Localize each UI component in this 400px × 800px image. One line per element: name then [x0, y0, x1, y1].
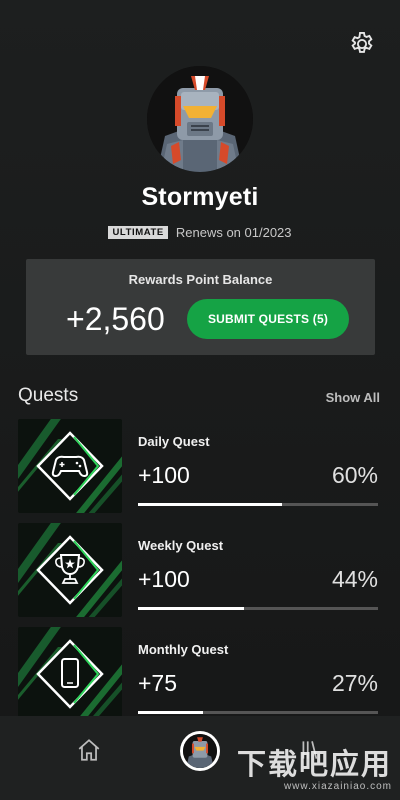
- robot-avatar-icon: [183, 734, 217, 768]
- quest-progress-bar: [138, 503, 378, 506]
- quest-percent: 27%: [331, 670, 378, 696]
- ultimate-badge: ULTIMATE: [108, 226, 168, 239]
- quest-points: +100: [138, 462, 190, 488]
- quest-points: +100: [138, 566, 190, 592]
- quest-points: +75: [138, 670, 178, 696]
- gamertag: Stormyeti: [141, 183, 259, 211]
- robot-avatar-icon: [147, 66, 253, 172]
- rewards-title: Rewards Point Balance: [128, 272, 273, 287]
- quest-progress-fill: [138, 503, 282, 506]
- quest-tile: [18, 523, 122, 617]
- quest-name: Daily Quest: [138, 434, 210, 449]
- quest-monthly[interactable]: Monthly Quest +75 27%: [18, 627, 380, 721]
- quest-weekly[interactable]: Weekly Quest +100 44%: [18, 523, 380, 617]
- submit-quests-button[interactable]: SUBMIT QUESTS (5): [187, 299, 349, 339]
- home-icon[interactable]: [76, 737, 102, 763]
- quest-progress-fill: [138, 711, 203, 714]
- quest-daily[interactable]: Daily Quest +100 60%: [18, 419, 380, 513]
- quest-tile: [18, 627, 122, 721]
- quest-percent: 60%: [331, 462, 378, 488]
- quest-percent: 44%: [331, 566, 378, 592]
- subscription-row: ULTIMATE Renews on 01/2023: [0, 225, 400, 240]
- profile-avatar[interactable]: [147, 66, 253, 172]
- quests-title: Quests: [18, 385, 79, 406]
- quest-name: Monthly Quest: [138, 642, 229, 657]
- quest-progress-bar: [138, 607, 378, 610]
- quest-name: Weekly Quest: [138, 538, 224, 553]
- quest-tile: [18, 419, 122, 513]
- nav-profile-avatar[interactable]: [180, 731, 220, 771]
- settings-gear-icon[interactable]: [348, 30, 376, 58]
- show-all-link[interactable]: Show All: [326, 390, 380, 405]
- quest-progress-bar: [138, 711, 378, 714]
- watermark-main: 下载吧应用: [236, 747, 392, 781]
- renewal-date: Renews on 01/2023: [175, 225, 292, 240]
- rewards-points: +2,560: [66, 301, 165, 337]
- quests-header: Quests Show All: [18, 385, 380, 409]
- quest-progress-fill: [138, 607, 244, 610]
- watermark: 下载吧应用 www.xiazainiao.com: [237, 741, 392, 792]
- rewards-card: Rewards Point Balance +2,560 SUBMIT QUES…: [26, 259, 375, 355]
